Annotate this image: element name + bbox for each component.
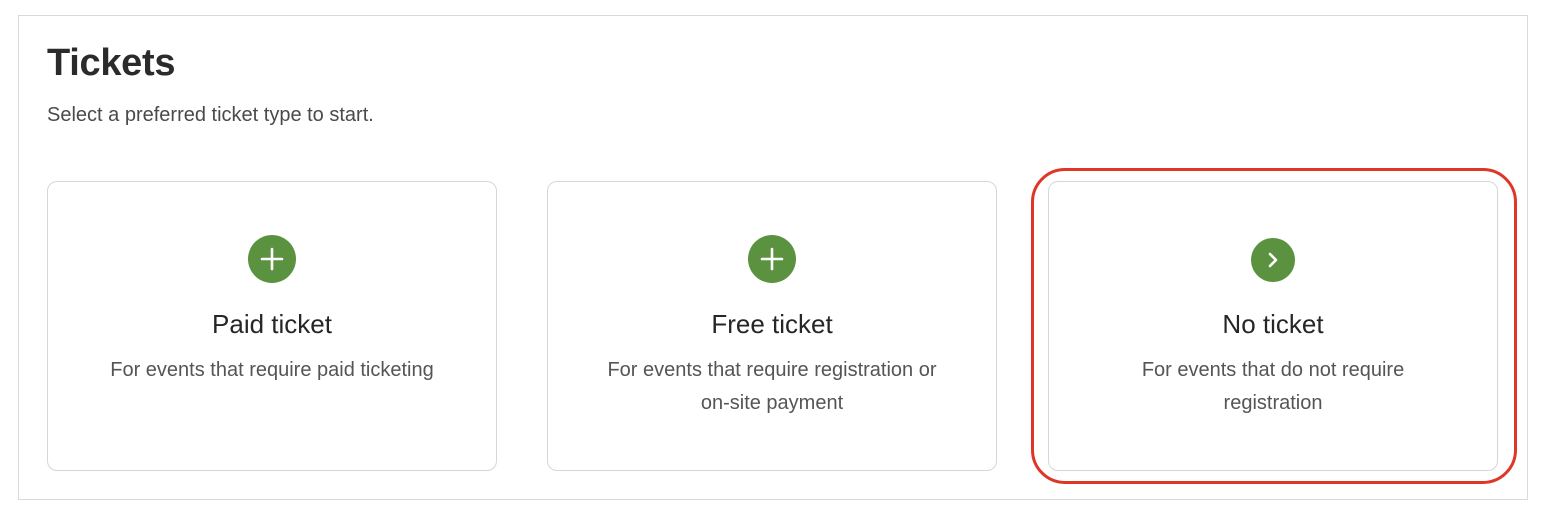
card-description: For events that require registration or … bbox=[607, 359, 937, 414]
page-title: Tickets bbox=[47, 42, 176, 84]
card-title: Paid ticket bbox=[212, 309, 332, 339]
card-title: No ticket bbox=[1222, 309, 1324, 339]
tickets-panel: Tickets Select a preferred ticket type t… bbox=[18, 15, 1528, 500]
plus-circle-icon bbox=[748, 235, 796, 283]
no-ticket-card[interactable]: No ticket For events that do not require… bbox=[1048, 181, 1498, 471]
page-subtitle: Select a preferred ticket type to start. bbox=[47, 104, 374, 126]
card-description: For events that require paid ticketing bbox=[110, 359, 434, 381]
paid-ticket-card[interactable]: Paid ticket For events that require paid… bbox=[47, 181, 497, 471]
card-description: For events that do not require registrat… bbox=[1141, 359, 1405, 414]
chevron-right-circle-icon bbox=[1251, 238, 1295, 282]
free-ticket-card[interactable]: Free ticket For events that require regi… bbox=[547, 181, 997, 471]
card-title: Free ticket bbox=[711, 309, 833, 339]
plus-circle-icon bbox=[248, 235, 296, 283]
